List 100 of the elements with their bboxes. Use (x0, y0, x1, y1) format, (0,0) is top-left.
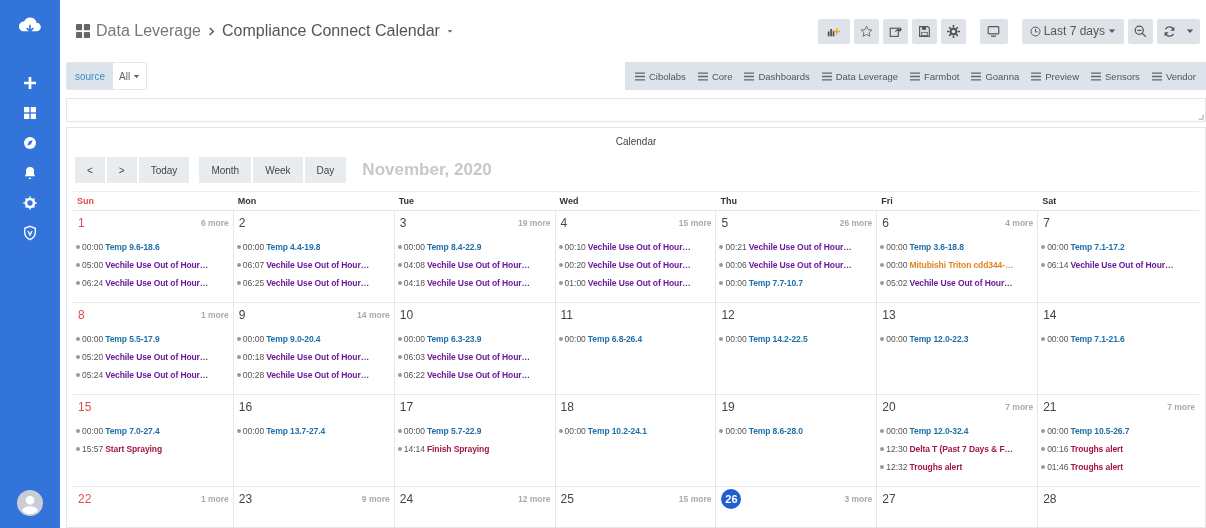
calendar-event[interactable]: 00:00 Temp 13.7-27.4 (236, 422, 390, 440)
calendar-event[interactable]: 00:00 Temp 5.7-22.9 (397, 422, 551, 440)
breadcrumb-link[interactable]: Data Leverage (96, 22, 201, 40)
next-button[interactable]: > (106, 157, 137, 183)
calendar-event[interactable]: 00:00 Mitubishi Triton cdd344-… (880, 256, 1034, 274)
calendar-event[interactable]: 04:08 Vechile Use Out of Hour… (397, 256, 551, 274)
dashboard-link[interactable]: Vendor (1145, 70, 1202, 82)
event-dot (1041, 263, 1046, 267)
calendar-event[interactable]: 00:10 Vechile Use Out of Hour… (558, 238, 712, 256)
calendar-event[interactable]: 00:00 Temp 7.0-27.4 (76, 422, 229, 440)
share-button[interactable] (882, 18, 908, 44)
calendar-event[interactable]: 00:00 Temp 7.7-10.7 (719, 274, 873, 292)
calendar-event[interactable]: 06:24 Vechile Use Out of Hour… (76, 274, 229, 292)
calendar-event[interactable]: 00:00 Temp 9.0-20.4 (236, 330, 390, 348)
calendar-event[interactable]: 06:07 Vechile Use Out of Hour… (236, 256, 390, 274)
dashboard-link[interactable]: Goanna (965, 70, 1026, 82)
event-title: Vechile Use Out of Hour… (909, 278, 1013, 288)
calendar-event[interactable]: 06:03 Vechile Use Out of Hour… (397, 348, 551, 366)
calendar-event[interactable]: 00:00 Temp 10.5-26.7 (1041, 422, 1195, 440)
calendar-event[interactable]: 00:00 Temp 7.1-21.6 (1041, 330, 1195, 348)
list-icon (821, 71, 832, 81)
calendar-event[interactable]: 00:00 Temp 9.6-18.6 (76, 238, 229, 256)
dashboard-link[interactable]: Dashboards (738, 70, 816, 82)
event-dot (719, 245, 724, 249)
event-time: 00:00 (82, 242, 104, 252)
zoom-out-button[interactable] (1128, 18, 1153, 44)
calendar-event[interactable]: 00:28 Vechile Use Out of Hour… (236, 366, 390, 384)
calendar-event[interactable]: 06:14 Vechile Use Out of Hour… (1041, 256, 1195, 274)
calendar-event[interactable]: 00:20 Vechile Use Out of Hour… (558, 256, 712, 274)
calendar-event[interactable]: 00:00 Temp 6.8-26.4 (558, 330, 712, 348)
calendar-event[interactable]: 05:00 Vechile Use Out of Hour… (76, 256, 229, 274)
save-button[interactable] (911, 18, 937, 44)
event-time: 06:14 (1047, 260, 1069, 270)
dashboard-link[interactable]: Farmbot (904, 70, 966, 82)
tv-mode-button[interactable] (979, 18, 1008, 44)
calendar-event[interactable]: 01:00 Vechile Use Out of Hour… (558, 274, 712, 292)
calendar-event[interactable]: 14:14 Finish Spraying (397, 440, 551, 458)
calendar-event[interactable]: 00:00 Temp 8.6-28.0 (719, 422, 873, 440)
calendar-event[interactable]: 00:00 Temp 3.6-18.8 (880, 238, 1034, 256)
time-range-picker[interactable]: Last 7 days (1021, 18, 1124, 44)
calendar-event[interactable]: 00:00 Temp 12.0-22.3 (880, 330, 1034, 348)
calendar-event[interactable]: 00:00 Temp 6.3-23.9 (397, 330, 551, 348)
dashboard-icon[interactable] (22, 105, 38, 121)
event-dot (719, 263, 724, 267)
event-title: Temp 10.2-24.1 (587, 426, 647, 436)
settings-icon[interactable] (22, 195, 38, 211)
day-number: 5 (721, 216, 729, 230)
event-time: 00:00 (82, 426, 104, 436)
calendar-event[interactable]: 00:00 Temp 5.5-17.9 (76, 330, 229, 348)
calendar-event[interactable]: 15:57 Start Spraying (76, 440, 229, 458)
event-title: Temp 8.4-22.9 (427, 242, 482, 252)
calendar-event[interactable]: 00:00 Temp 4.4-19.8 (236, 238, 390, 256)
calendar-event[interactable]: 00:00 Temp 14.2-22.5 (719, 330, 873, 348)
view-button[interactable]: Month (199, 157, 252, 183)
calendar-event[interactable]: 04:18 Vechile Use Out of Hour… (397, 274, 551, 292)
day-number: 9 (238, 308, 246, 322)
dashboard-link[interactable]: Sensors (1085, 70, 1146, 82)
event-time: 05:00 (82, 260, 104, 270)
calendar-event[interactable]: 05:24 Vechile Use Out of Hour… (76, 366, 229, 384)
calendar-event[interactable]: 00:00 Temp 12.0-32.4 (880, 422, 1034, 440)
calendar-event[interactable]: 00:00 Temp 8.4-22.9 (397, 238, 551, 256)
calendar-event[interactable]: 12:32 Troughs alert (880, 458, 1034, 476)
caret-down-icon[interactable] (445, 27, 454, 35)
dashboard-link[interactable]: Data Leverage (815, 70, 905, 82)
event-title: Temp 9.0-20.4 (266, 334, 321, 344)
shield-icon[interactable] (22, 225, 38, 241)
calendar-event[interactable]: 00:06 Vechile Use Out of Hour… (719, 256, 873, 274)
calendar-event[interactable]: 00:18 Vechile Use Out of Hour… (236, 348, 390, 366)
day-number: 4 (560, 216, 568, 230)
add-panel-button[interactable] (817, 18, 850, 44)
calendar-event[interactable]: 01:46 Troughs alert (1041, 458, 1195, 476)
event-time: 00:00 (886, 426, 908, 436)
event-title: Temp 5.7-22.9 (427, 426, 482, 436)
add-icon[interactable] (22, 75, 38, 91)
star-button[interactable] (853, 18, 879, 44)
today-button[interactable]: Today (138, 157, 190, 183)
calendar-event[interactable]: 00:21 Vechile Use Out of Hour… (719, 238, 873, 256)
calendar-event[interactable]: 00:16 Troughs alert (1041, 440, 1195, 458)
bell-icon[interactable] (22, 165, 38, 181)
refresh-button[interactable] (1157, 18, 1200, 44)
view-button[interactable]: Week (253, 157, 303, 183)
calendar-event[interactable]: 05:02 Vechile Use Out of Hour… (880, 274, 1034, 292)
calendar-event[interactable]: 06:25 Vechile Use Out of Hour… (236, 274, 390, 292)
previous-button[interactable]: < (75, 157, 105, 183)
calendar-event[interactable]: 00:00 Temp 7.1-17.2 (1041, 238, 1195, 256)
weekday-header: Fri (877, 191, 1039, 211)
calendar-event[interactable]: 00:00 Temp 10.2-24.1 (558, 422, 712, 440)
event-title: Temp 9.6-18.6 (105, 242, 160, 252)
event-dot (397, 355, 402, 359)
dashboard-link[interactable]: Cibolabs (628, 70, 692, 82)
settings-button[interactable] (940, 18, 966, 44)
compass-icon[interactable] (22, 135, 38, 151)
view-button[interactable]: Day (304, 157, 347, 183)
list-icon (910, 71, 921, 81)
dashboard-link[interactable]: Preview (1025, 70, 1085, 82)
calendar-event[interactable]: 12:30 Delta T (Past 7 Days & F… (880, 440, 1034, 458)
user-avatar-icon[interactable] (17, 490, 43, 516)
calendar-event[interactable]: 06:22 Vechile Use Out of Hour… (397, 366, 551, 384)
calendar-event[interactable]: 05:20 Vechile Use Out of Hour… (76, 348, 229, 366)
dashboard-link[interactable]: Core (691, 70, 739, 82)
